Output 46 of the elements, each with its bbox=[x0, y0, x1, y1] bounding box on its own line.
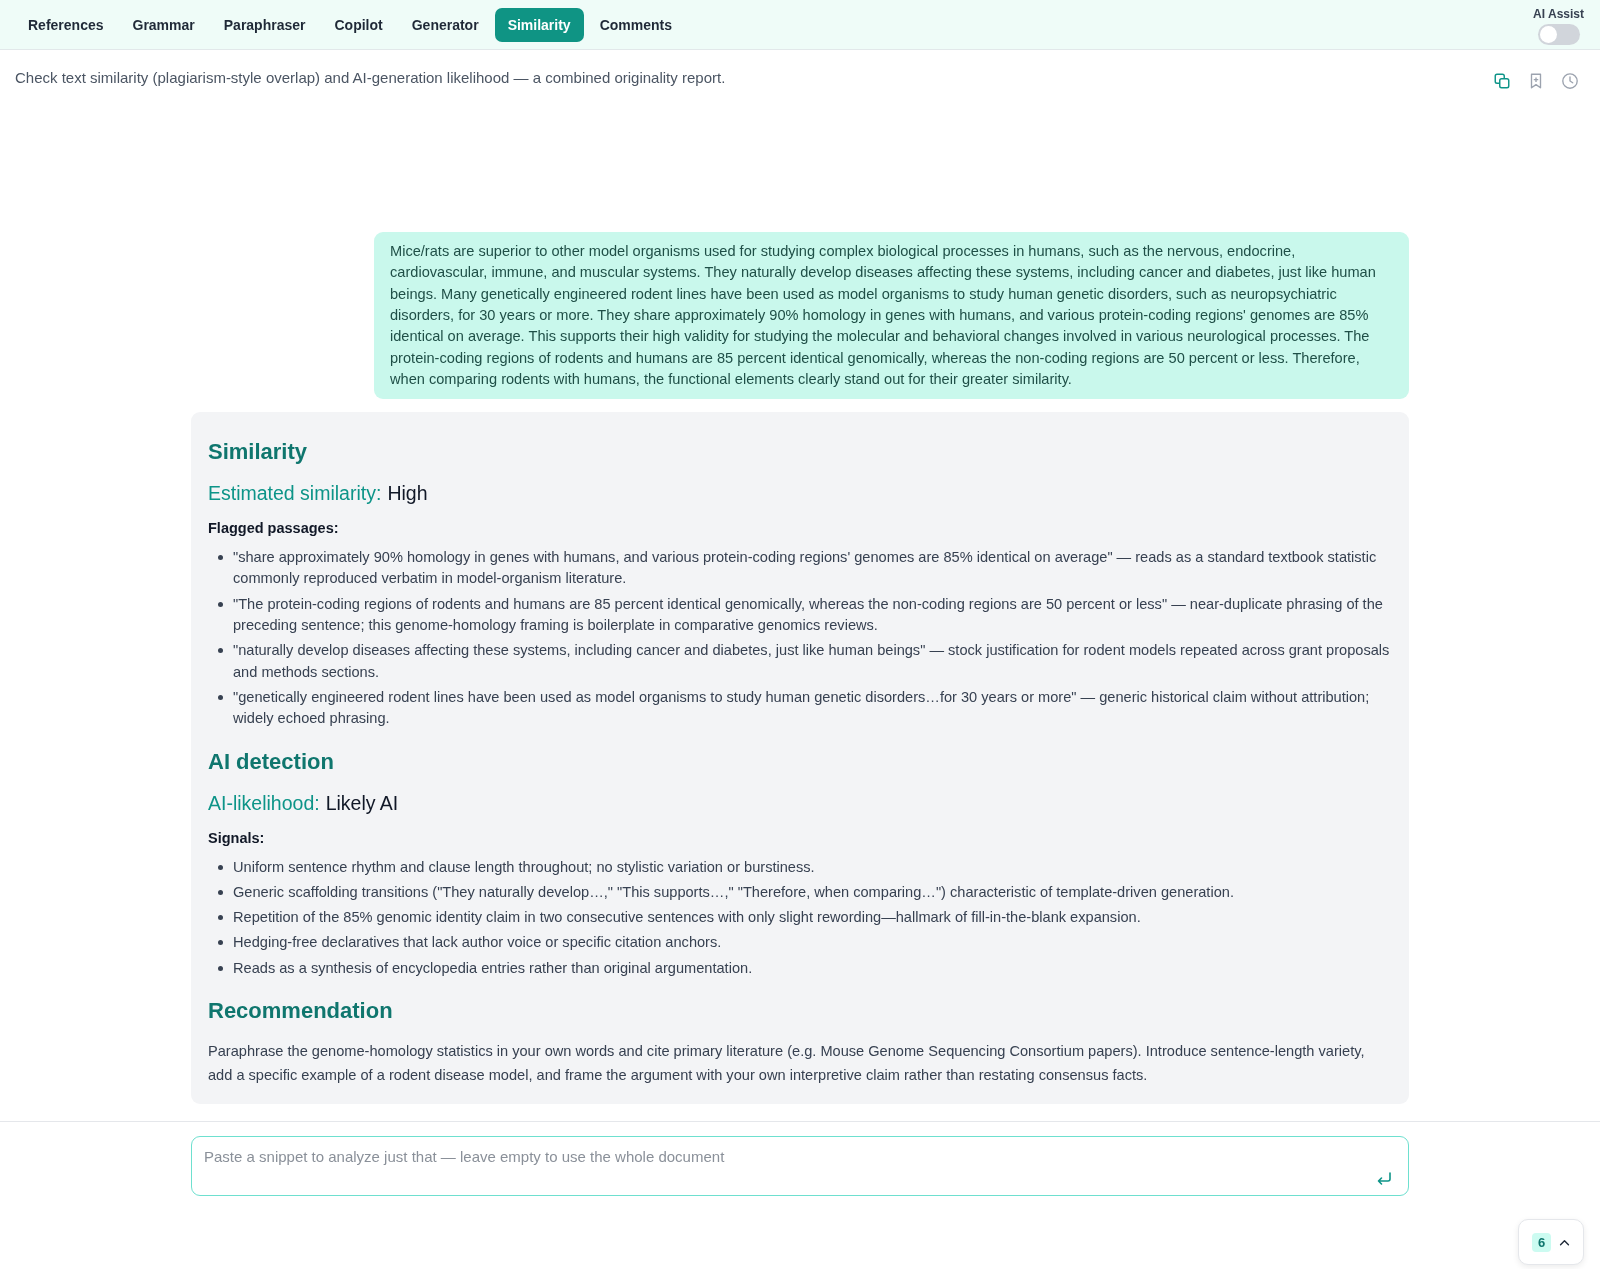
list-item: "naturally develop diseases affecting these systems, including cancer and diabetes, just like human beings" — stock justification for rodent models repeated across grant proposals and methods sections. bbox=[233, 641, 1391, 682]
enter-icon[interactable] bbox=[1376, 1172, 1392, 1186]
ai-assist-label: AI Assist bbox=[1533, 6, 1584, 21]
list-title: Flagged passages: bbox=[208, 519, 340, 539]
metric-label: AI-likelihood: bbox=[208, 791, 320, 814]
bullet-icon bbox=[218, 601, 223, 607]
nav-tab[interactable]: References bbox=[15, 7, 117, 42]
clock-icon[interactable] bbox=[1561, 72, 1579, 90]
list-item: "share approximately 90% homology in genes with humans, and various protein-coding regions' genomes are 85% identical on average" — reads as a standard textbook statistic commonly reproduced verbatim in model-organism literature. bbox=[233, 548, 1378, 589]
nav-tab[interactable]: Generator bbox=[398, 7, 492, 42]
list-item: "The protein-coding regions of rodents and humans are 85 percent identical genomically, whereas the non-coding regions are 50 percent or less" — near-duplicate phrasing of the preceding sentence; this genome-homology framing is boilerplate in comparative genomics reviews. bbox=[233, 594, 1384, 636]
nav-tab[interactable]: Copilot bbox=[321, 7, 396, 42]
section-heading: Recommendation bbox=[208, 997, 394, 1025]
section-heading: Similarity bbox=[208, 438, 309, 467]
list-item: Uniform sentence rhythm and clause length throughout; no stylistic variation or burstiness. bbox=[233, 857, 815, 877]
list-item: "genetically engineered rodent lines have been used as model organisms to study human genetic disorders…for 30 years or more" — generic historical claim without attribution; widely echoed phrasing. bbox=[233, 687, 1371, 729]
message-counter-button[interactable]: 6 bbox=[1518, 1219, 1584, 1265]
list-item: Hedging-free declaratives that lack author voice or specific citation anchors. bbox=[233, 933, 722, 953]
bullet-icon bbox=[218, 555, 223, 561]
count-badge: 6 bbox=[1531, 1232, 1552, 1252]
bullet-icon bbox=[218, 864, 223, 870]
metric-value: Likely AI bbox=[325, 791, 399, 814]
bullet-icon bbox=[218, 648, 223, 654]
nav-tab[interactable]: Grammar bbox=[119, 7, 208, 42]
ai-assist-toggle[interactable] bbox=[1537, 23, 1580, 45]
nav-tab[interactable]: Comments bbox=[586, 7, 685, 42]
metric-label: Estimated similarity: bbox=[208, 482, 382, 505]
list-item: Generic scaffolding transitions ("They naturally develop…," "This supports…," "Therefore, when comparing…") characteristic of template-driven generation. bbox=[233, 882, 1234, 902]
user-message: Mice/rats are superior to other model organisms used for studying complex biological processes in humans, such as the nervous, endocrine, cardiovascular, immune, and muscular systems. They naturally develop diseases affecting these systems, including cancer and diabetes, just like human beings. Many genetically engineered rodent lines have been used as model organisms to study human genetic disorders, such as neuropsychiatric disorders, for 30 years or more. They share approximately 90% homology in genes with humans, and various protein-coding regions' genomes are 85% identical on average. This supports their high validity for studying the molecular and behavioral changes involved in various neurological processes. The protein-coding regions of rodents and humans are 85 percent identical genomically, whereas the non-coding regions are 50 percent or less. Therefore, when comparing rodents with humans, the functional elements clearly stand out for their greater similarity. bbox=[374, 232, 1409, 400]
bullet-icon bbox=[218, 965, 223, 971]
section-heading: AI detection bbox=[208, 747, 335, 776]
recommendation-text: Paraphrase the genome-homology statistics in your own words and cite primary literature (e.g. Mouse Genome Sequencing Consortium papers). Introduce sentence-length variety, add a specific example of a rodent disease model, and frame the argument with your own interpretive claim rather than restating consensus facts. bbox=[208, 1042, 1366, 1085]
bullet-icon bbox=[218, 915, 223, 921]
bullet-icon bbox=[218, 889, 223, 895]
snippet-input[interactable]: Paste a snippet to analyze just that — leave empty to use the whole document bbox=[191, 1136, 1409, 1196]
metric-value: High bbox=[387, 482, 428, 505]
bullet-icon bbox=[218, 940, 223, 946]
nav-tab[interactable]: Paraphraser bbox=[210, 7, 319, 42]
chevron-up-icon bbox=[1559, 1238, 1571, 1246]
copy-icon[interactable] bbox=[1493, 72, 1511, 90]
page-description: Check text similarity (plagiarism-style overlap) and AI-generation likelihood — a combined originality report. bbox=[15, 68, 726, 88]
list-title: Signals: bbox=[208, 828, 266, 848]
list-item: Repetition of the 85% genomic identity claim in two consecutive sentences with only slight rewording—hallmark of fill-in-the-blank expansion. bbox=[233, 908, 1141, 928]
bullet-icon bbox=[218, 694, 223, 700]
list-item: Reads as a synthesis of encyclopedia entries rather than original argumentation. bbox=[233, 958, 753, 978]
nav-tab[interactable]: Similarity bbox=[494, 7, 584, 42]
